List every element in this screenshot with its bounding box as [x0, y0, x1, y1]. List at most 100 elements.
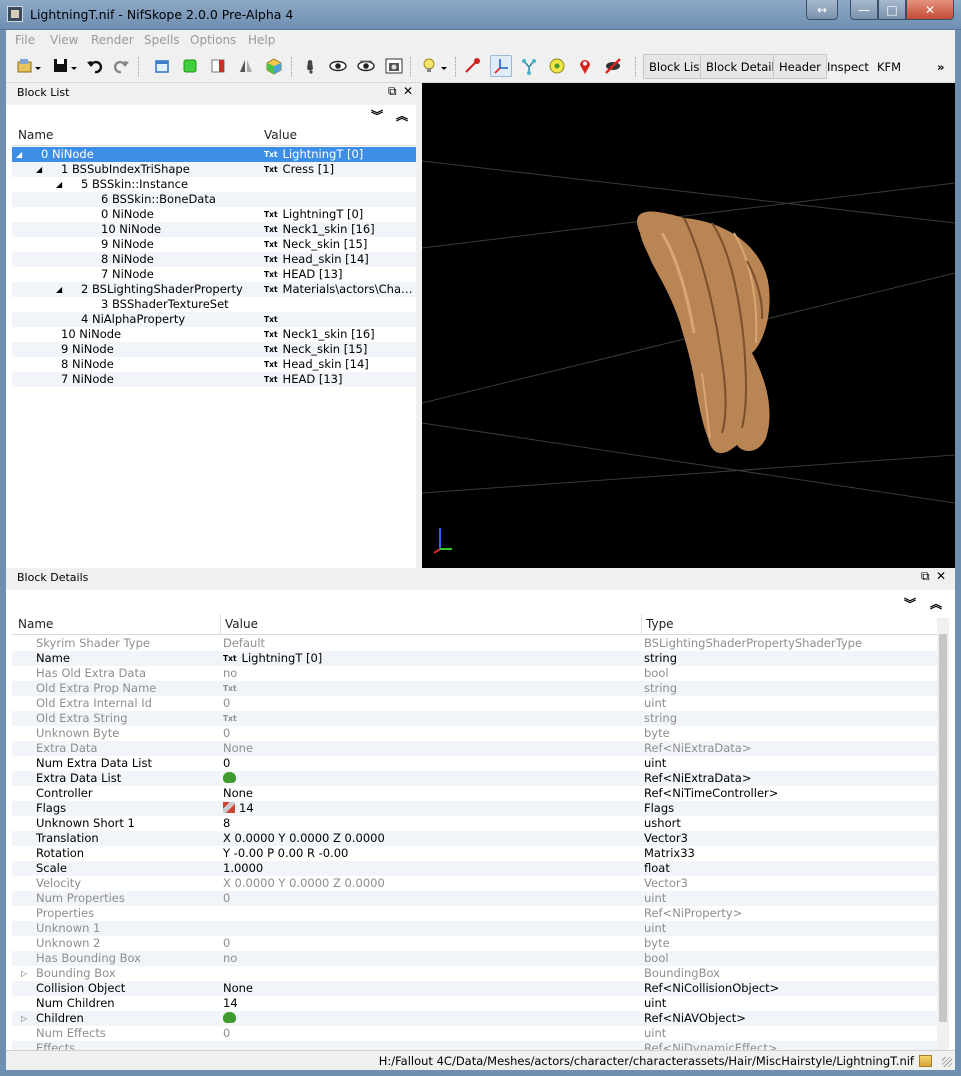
field-value[interactable]: 0 — [223, 1026, 230, 1041]
column-header-name[interactable]: Name — [18, 617, 53, 631]
field-value[interactable]: Y -0.00 P 0.00 R -0.00 — [223, 846, 348, 861]
expand-all-icon[interactable]: ︽ — [396, 107, 408, 124]
detail-row[interactable]: Name Txt LightningT [0] string — [12, 651, 937, 666]
tree-row[interactable]: ◢ 2 BSLightingShaderProperty Txt Materials\… — [12, 282, 416, 297]
field-value[interactable]: 14 — [223, 801, 254, 816]
close-panel-icon[interactable]: ✕ — [936, 569, 946, 583]
open-icon[interactable] — [14, 55, 44, 77]
field-value[interactable] — [223, 1011, 236, 1026]
field-value[interactable]: X 0.0000 Y 0.0000 Z 0.0000 — [223, 831, 385, 846]
toggle-inspect[interactable]: Inspect — [822, 54, 874, 79]
field-value[interactable]: None — [223, 981, 253, 996]
expand-arrow-icon[interactable]: ▷ — [21, 1011, 27, 1026]
tree-row[interactable]: ◢ 0 NiNode Txt LightningT [0] — [12, 147, 416, 162]
render-viewport[interactable] — [422, 83, 955, 568]
detail-row[interactable]: Unknown 2 0 byte — [12, 936, 937, 951]
detail-row[interactable]: Extra Data None Ref<NiExtraData> — [12, 741, 937, 756]
detail-row[interactable]: Old Extra Prop Name Txt string — [12, 681, 937, 696]
toolbar-overflow-button[interactable]: » — [932, 54, 949, 79]
menu-file[interactable]: File — [15, 33, 35, 47]
detail-row[interactable]: ▷ Children Ref<NiAVObject> — [12, 1011, 937, 1026]
detail-row[interactable]: ▷ Bounding Box BoundingBox — [12, 966, 937, 981]
view-front-icon[interactable] — [179, 55, 201, 77]
field-value[interactable]: Txt — [223, 681, 242, 697]
field-value[interactable] — [223, 771, 236, 786]
hide-icon[interactable] — [602, 55, 624, 77]
tree-row[interactable]: 9 NiNode Txt Neck_skin [15] — [12, 237, 416, 252]
detail-row[interactable]: Num Effects 0 uint — [12, 1026, 937, 1041]
detail-row[interactable]: Controller None Ref<NiTimeController> — [12, 786, 937, 801]
show-eye2-icon[interactable] — [355, 55, 377, 77]
detail-row[interactable]: Collision Object None Ref<NiCollisionObjec… — [12, 981, 937, 996]
hair-mesh[interactable] — [637, 211, 770, 454]
field-value[interactable]: 14 — [223, 996, 238, 1011]
expand-arrow-icon[interactable]: ▷ — [21, 966, 27, 981]
tree-row[interactable]: 4 NiAlphaProperty Txt — [12, 312, 416, 327]
tree-row[interactable]: 10 NiNode Txt Neck1_skin [16] — [12, 222, 416, 237]
field-value[interactable]: Txt — [223, 711, 242, 727]
tree-row[interactable]: 3 BSShaderTextureSet — [12, 297, 416, 312]
field-value[interactable]: 0 — [223, 696, 230, 711]
expand-arrow-icon[interactable]: ◢ — [56, 282, 62, 297]
tree-row[interactable]: 0 NiNode Txt LightningT [0] — [12, 207, 416, 222]
toggle-header[interactable]: Header — [773, 54, 827, 79]
detail-row[interactable]: Rotation Y -0.00 P 0.00 R -0.00 Matrix33 — [12, 846, 937, 861]
marker-icon[interactable] — [574, 55, 596, 77]
save-icon[interactable] — [50, 55, 80, 77]
field-value[interactable]: Default — [223, 636, 265, 651]
redo-icon[interactable] — [110, 55, 132, 77]
detail-row[interactable]: Num Children 14 uint — [12, 996, 937, 1011]
undo-icon[interactable] — [84, 55, 106, 77]
minimize-button[interactable]: — — [850, 0, 878, 20]
column-header-type[interactable]: Type — [646, 617, 674, 631]
float-panel-icon[interactable]: ⧉ — [388, 84, 397, 99]
tree-row[interactable]: 7 NiNode Txt HEAD [13] — [12, 267, 416, 282]
field-value[interactable]: no — [223, 666, 237, 681]
field-value[interactable]: 0 — [223, 936, 230, 951]
field-value[interactable]: 0 — [223, 726, 230, 741]
field-value[interactable]: 0 — [223, 756, 230, 771]
detail-row[interactable]: Old Extra String Txt string — [12, 711, 937, 726]
show-hidden-icon[interactable] — [300, 55, 322, 77]
collapse-all-icon[interactable]: ︾ — [371, 107, 383, 124]
array-ref-icon[interactable] — [223, 772, 236, 783]
column-header-name[interactable]: Name — [18, 128, 53, 142]
screenshot-icon[interactable] — [383, 55, 405, 77]
field-value[interactable]: None — [223, 741, 253, 756]
tree-row[interactable]: 7 NiNode Txt HEAD [13] — [12, 372, 416, 387]
detail-row[interactable]: Has Bounding Box no bool — [12, 951, 937, 966]
field-value[interactable]: 8 — [223, 816, 230, 831]
detail-row[interactable]: Skyrim Shader Type Default BSLightingShade… — [12, 636, 937, 651]
scrollbar-thumb[interactable] — [939, 634, 947, 1022]
field-value[interactable]: Txt LightningT [0] — [223, 651, 322, 667]
light-icon[interactable] — [419, 55, 451, 77]
maximize-button[interactable]: □ — [878, 0, 906, 20]
status-folder-icon[interactable] — [919, 1055, 932, 1067]
column-header-value[interactable]: Value — [225, 617, 258, 631]
detail-row[interactable]: Unknown Short 1 8 ushort — [12, 816, 937, 831]
size-grip-icon[interactable] — [942, 1057, 952, 1067]
expand-arrow-icon[interactable]: ◢ — [16, 147, 22, 162]
show-eye-icon[interactable] — [327, 55, 349, 77]
nodes-icon[interactable] — [518, 55, 540, 77]
menu-spells[interactable]: Spells — [144, 33, 180, 47]
array-ref-icon[interactable] — [223, 1012, 236, 1023]
menu-help[interactable]: Help — [248, 33, 275, 47]
detail-row[interactable]: Num Extra Data List 0 uint — [12, 756, 937, 771]
field-value[interactable]: X 0.0000 Y 0.0000 Z 0.0000 — [223, 876, 385, 891]
field-value[interactable]: 1.0000 — [223, 861, 263, 876]
detail-row[interactable]: Unknown Byte 0 byte — [12, 726, 937, 741]
flags-icon[interactable] — [223, 802, 235, 813]
tree-row[interactable]: 8 NiNode Txt Head_skin [14] — [12, 357, 416, 372]
detail-row[interactable]: Has Old Extra Data no bool — [12, 666, 937, 681]
collision-icon[interactable] — [546, 55, 568, 77]
menu-options[interactable]: Options — [190, 33, 236, 47]
menu-render[interactable]: Render — [91, 33, 134, 47]
tree-row[interactable]: ◢ 5 BSSkin::Instance — [12, 177, 416, 192]
detail-row[interactable]: Old Extra Internal Id 0 uint — [12, 696, 937, 711]
expand-arrow-icon[interactable]: ◢ — [36, 162, 42, 177]
close-panel-icon[interactable]: ✕ — [403, 84, 413, 98]
tree-row[interactable]: 6 BSSkin::BoneData — [12, 192, 416, 207]
tree-row[interactable]: 10 NiNode Txt Neck1_skin [16] — [12, 327, 416, 342]
detail-row[interactable]: Velocity X 0.0000 Y 0.0000 Z 0.0000 Vector… — [12, 876, 937, 891]
